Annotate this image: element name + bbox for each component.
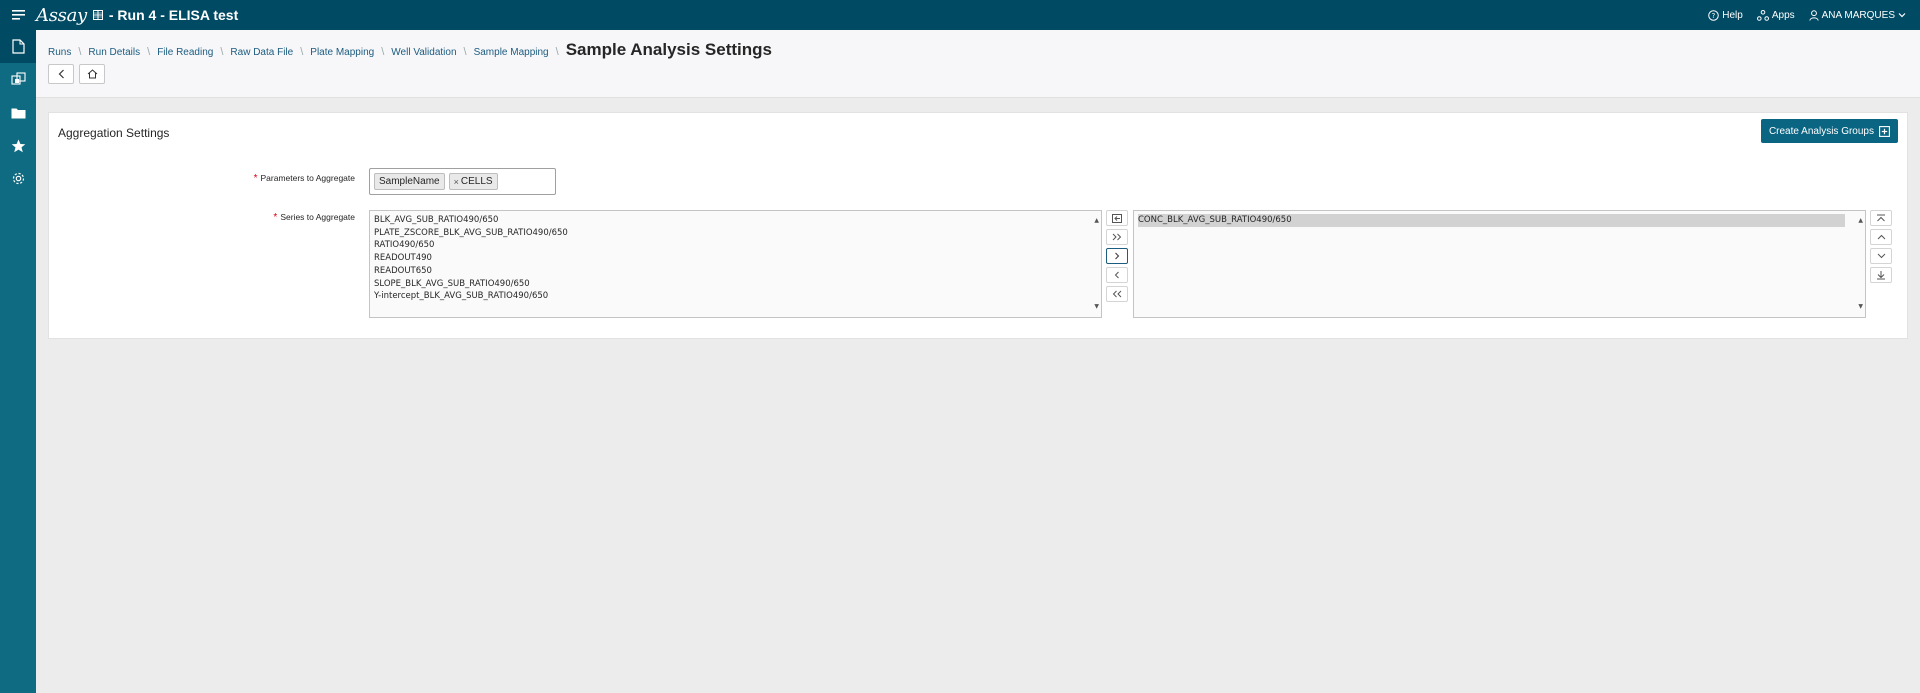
- star-icon: [11, 139, 25, 152]
- double-chevron-right-icon: [1112, 233, 1122, 241]
- top-bar: Assay - Run 4 - ELISA test ? Help Apps A…: [0, 0, 1920, 30]
- move-bottom-button[interactable]: [1870, 267, 1892, 283]
- nav-item-settings[interactable]: [0, 162, 36, 195]
- move-bottom-icon: [1877, 271, 1885, 280]
- apps-link[interactable]: Apps: [1756, 9, 1795, 21]
- list-item[interactable]: RATIO490/650: [374, 239, 1101, 252]
- move-up-button[interactable]: [1870, 229, 1892, 245]
- user-menu[interactable]: ANA MARQUES: [1808, 9, 1906, 21]
- shuttle-controls: [1106, 210, 1128, 302]
- user-name: ANA MARQUES: [1821, 9, 1895, 21]
- breadcrumb-well-validation[interactable]: Well Validation: [391, 47, 456, 58]
- breadcrumb-file-reading[interactable]: File Reading: [157, 47, 213, 58]
- available-series-list[interactable]: BLK_AVG_SUB_RATIO490/650 PLATE_ZSCORE_BL…: [369, 210, 1102, 318]
- list-item[interactable]: CONC_BLK_AVG_SUB_RATIO490/650: [1138, 214, 1845, 227]
- chevron-right-icon: [1115, 252, 1120, 260]
- list-item[interactable]: READOUT490: [374, 252, 1101, 265]
- required-marker: *: [273, 212, 278, 223]
- chevron-down-icon: [1877, 253, 1885, 259]
- help-link[interactable]: ? Help: [1708, 10, 1743, 21]
- breadcrumb-separator: \: [220, 46, 224, 58]
- breadcrumb: Runs \ Run Details \ File Reading \ Raw …: [48, 40, 772, 60]
- back-button[interactable]: [48, 64, 74, 84]
- parameters-label-text: Parameters to Aggregate: [260, 173, 355, 183]
- apps-icon: [1756, 9, 1769, 21]
- breadcrumb-separator: \: [381, 46, 385, 58]
- move-down-button[interactable]: [1870, 248, 1892, 264]
- nav-item-document[interactable]: [0, 30, 36, 63]
- menu-icon[interactable]: [0, 0, 36, 30]
- reset-button[interactable]: [1106, 210, 1128, 226]
- home-button[interactable]: [79, 64, 105, 84]
- nav-item-folder[interactable]: [0, 96, 36, 129]
- aggregation-settings-card: Aggregation Settings Create Analysis Gro…: [48, 112, 1908, 339]
- move-top-icon: [1877, 214, 1885, 221]
- list-item[interactable]: BLK_AVG_SUB_RATIO490/650: [374, 214, 1101, 227]
- gear-icon: [12, 172, 24, 185]
- help-label: Help: [1722, 9, 1743, 21]
- chip-label: SampleName: [379, 176, 440, 187]
- breadcrumb-separator: \: [463, 46, 467, 58]
- chevron-left-icon: [1114, 271, 1119, 279]
- breadcrumb-raw-data-file[interactable]: Raw Data File: [230, 47, 293, 58]
- breadcrumb-separator: \: [300, 46, 304, 58]
- chip-cells[interactable]: × CELLS: [448, 173, 498, 190]
- home-icon: [87, 69, 97, 79]
- reset-icon: [1112, 213, 1122, 223]
- parameters-input[interactable]: SampleName × CELLS: [369, 168, 556, 195]
- apps-label: Apps: [1771, 9, 1795, 21]
- scroll-up-icon[interactable]: ▲: [1858, 215, 1863, 228]
- double-chevron-left-icon: [1112, 290, 1122, 298]
- move-top-button[interactable]: [1870, 210, 1892, 226]
- series-label-text: Series to Aggregate: [280, 212, 355, 222]
- svg-text:?: ?: [1712, 11, 1716, 19]
- side-nav: [0, 30, 36, 693]
- packages-icon: [10, 72, 26, 85]
- app-logo[interactable]: Assay: [36, 5, 87, 26]
- chevron-down-icon: [1898, 13, 1906, 18]
- document-icon: [11, 39, 25, 54]
- move-right-button[interactable]: [1106, 248, 1128, 264]
- app-title: - Run 4 - ELISA test: [108, 7, 239, 23]
- folder-icon: [11, 108, 25, 118]
- chevron-left-icon: [58, 69, 64, 79]
- scroll-down-icon[interactable]: ▼: [1094, 301, 1099, 314]
- breadcrumb-sample-mapping[interactable]: Sample Mapping: [474, 47, 549, 58]
- required-marker: *: [253, 173, 258, 184]
- chip-sample-name[interactable]: SampleName: [374, 173, 445, 190]
- breadcrumb-run-details[interactable]: Run Details: [88, 47, 140, 58]
- list-item[interactable]: SLOPE_BLK_AVG_SUB_RATIO490/650: [374, 278, 1101, 291]
- nav-item-favorites[interactable]: [0, 129, 36, 162]
- parameters-label: * Parameters to Aggregate: [105, 173, 355, 184]
- series-label: * Series to Aggregate: [105, 212, 355, 223]
- list-item[interactable]: READOUT650: [374, 265, 1101, 278]
- help-icon: ?: [1708, 9, 1720, 21]
- move-left-button[interactable]: [1106, 267, 1128, 283]
- create-button-label: Create Analysis Groups: [1768, 125, 1874, 137]
- grid-icon: [92, 10, 103, 20]
- remove-chip-icon[interactable]: ×: [454, 177, 459, 187]
- selected-series-list[interactable]: CONC_BLK_AVG_SUB_RATIO490/650 ▲ ▼: [1133, 210, 1866, 318]
- plus-box-icon: [1879, 125, 1890, 137]
- nav-item-packages[interactable]: [0, 63, 36, 96]
- list-item[interactable]: PLATE_ZSCORE_BLK_AVG_SUB_RATIO490/650: [374, 227, 1101, 240]
- order-controls: [1870, 210, 1892, 283]
- scroll-down-icon[interactable]: ▼: [1858, 301, 1863, 314]
- create-analysis-groups-button[interactable]: Create Analysis Groups: [1760, 119, 1898, 143]
- breadcrumb-separator: \: [78, 46, 82, 58]
- breadcrumb-runs[interactable]: Runs: [48, 47, 71, 58]
- move-all-right-button[interactable]: [1106, 229, 1128, 245]
- breadcrumb-separator: \: [147, 46, 151, 58]
- breadcrumb-separator: \: [555, 46, 559, 58]
- page-title: Sample Analysis Settings: [565, 40, 772, 59]
- card-title: Aggregation Settings: [58, 126, 170, 140]
- list-item[interactable]: Y-intercept_BLK_AVG_SUB_RATIO490/650: [374, 290, 1101, 303]
- chevron-up-icon: [1877, 234, 1885, 240]
- user-icon: [1808, 9, 1819, 21]
- chip-label: CELLS: [460, 176, 493, 187]
- page-header: Runs \ Run Details \ File Reading \ Raw …: [36, 30, 1920, 98]
- scroll-up-icon[interactable]: ▲: [1094, 215, 1099, 228]
- move-all-left-button[interactable]: [1106, 286, 1128, 302]
- breadcrumb-plate-mapping[interactable]: Plate Mapping: [310, 47, 374, 58]
